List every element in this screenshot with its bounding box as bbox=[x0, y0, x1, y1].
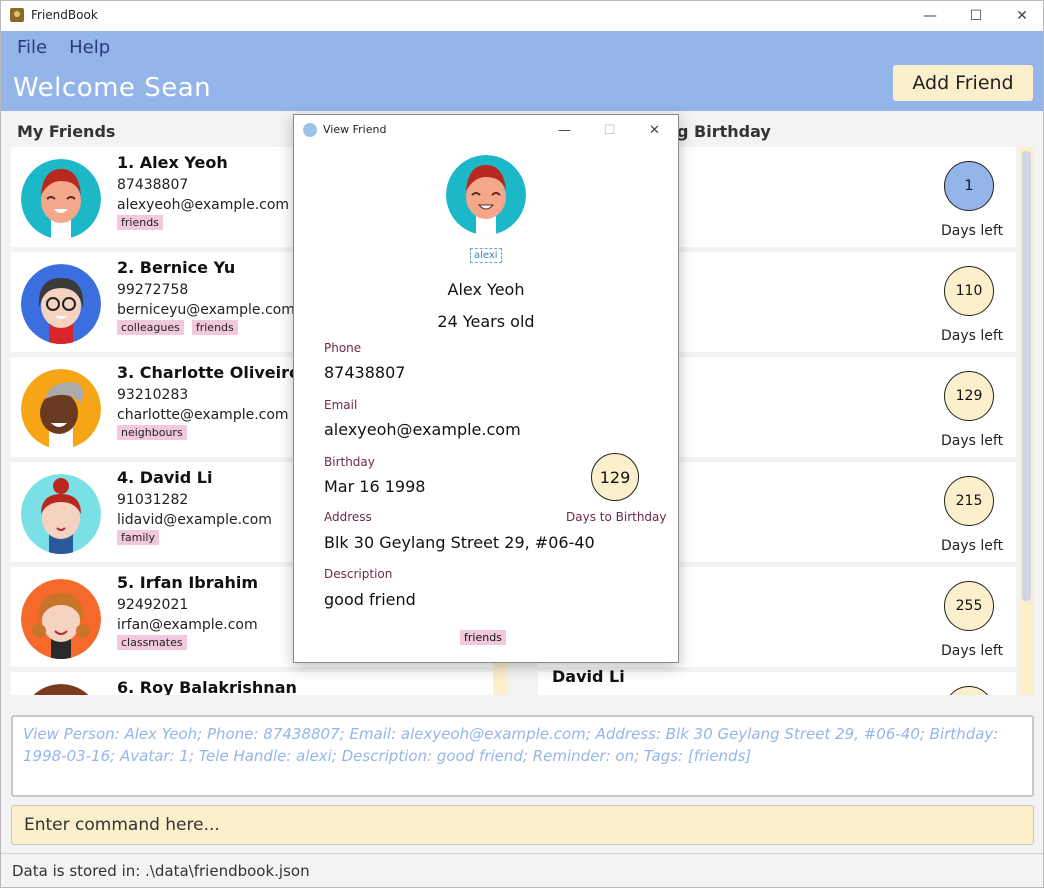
friend-name: 5. Irfan Ibrahim bbox=[117, 573, 258, 592]
window-title: FriendBook bbox=[31, 8, 98, 22]
friend-phone: 99272758 bbox=[117, 282, 189, 298]
menu-bar: File Help bbox=[17, 37, 110, 58]
friend-phone: 87438807 bbox=[117, 177, 189, 193]
friend-email: irfan@example.com bbox=[117, 617, 258, 633]
tag: friends bbox=[191, 320, 238, 335]
tag: friends bbox=[117, 215, 163, 230]
tag: neighbours bbox=[117, 425, 187, 440]
title-bar: FriendBook — ☐ ✕ bbox=[1, 1, 1043, 31]
address-value: Blk 30 Geylang Street 29, #06-40 bbox=[324, 533, 595, 552]
dialog-tag: friends bbox=[460, 630, 506, 645]
dialog-minimize-button[interactable]: — bbox=[542, 115, 587, 145]
days-left-label: Days left bbox=[941, 538, 1004, 554]
days-left-label: Days left bbox=[941, 643, 1004, 659]
friend-name: 2. Bernice Yu bbox=[117, 258, 236, 277]
upcoming-birthday-title: g Birthday bbox=[677, 122, 771, 141]
phone-label: Phone bbox=[324, 341, 362, 355]
dialog-close-button[interactable]: ✕ bbox=[632, 115, 677, 145]
birthday-list-scroll-thumb[interactable] bbox=[1022, 151, 1031, 601]
days-left-circle: 255 bbox=[944, 581, 994, 631]
girl-braids-avatar-icon bbox=[21, 579, 101, 659]
command-input[interactable]: Enter command here... bbox=[11, 805, 1034, 845]
friend-phone: 93210283 bbox=[117, 387, 189, 403]
tag: colleagues bbox=[117, 320, 184, 335]
user-icon bbox=[303, 123, 317, 137]
boy-red-hair-avatar-icon bbox=[446, 155, 526, 235]
minimize-button[interactable]: — bbox=[907, 1, 953, 31]
girl-bun-avatar-icon bbox=[21, 474, 101, 554]
tele-handle-badge: alexi bbox=[470, 248, 502, 263]
phone-value: 87438807 bbox=[324, 363, 406, 382]
email-value: alexyeoh@example.com bbox=[324, 420, 521, 439]
birthday-name: David Li bbox=[552, 667, 625, 686]
menu-help[interactable]: Help bbox=[69, 37, 110, 58]
dialog-title-bar: View Friend — ☐ ✕ bbox=[294, 115, 678, 145]
boy-red-hair-avatar-icon bbox=[21, 159, 101, 239]
friend-phone: 91031282 bbox=[117, 492, 189, 508]
days-left-label: Days left bbox=[941, 223, 1004, 239]
friendbook-window: FriendBook — ☐ ✕ File Help Welcome Sean … bbox=[0, 0, 1044, 888]
days-left-label: Days left bbox=[941, 328, 1004, 344]
add-friend-button[interactable]: Add Friend bbox=[893, 65, 1033, 101]
email-label: Email bbox=[324, 398, 358, 412]
friend-tags: neighbours bbox=[117, 425, 187, 440]
birthday-label: Birthday bbox=[324, 455, 375, 469]
friend-tags: family bbox=[117, 530, 159, 545]
menu-file[interactable]: File bbox=[17, 37, 47, 58]
days-to-birthday-circle: 129 bbox=[591, 453, 639, 501]
tag: family bbox=[117, 530, 159, 545]
birthday-value: Mar 16 1998 bbox=[324, 477, 426, 496]
close-button[interactable]: ✕ bbox=[999, 1, 1044, 31]
friend-name: 6. Roy Balakrishnan bbox=[117, 678, 297, 695]
birthday-card[interactable]: David Li bbox=[538, 667, 1016, 695]
friend-name: 4. David Li bbox=[117, 468, 213, 487]
days-left-circle: 1 bbox=[944, 161, 994, 211]
welcome-text: Welcome Sean bbox=[13, 73, 212, 103]
days-left-circle bbox=[944, 686, 994, 695]
friend-email: berniceyu@example.com bbox=[117, 302, 295, 318]
app-icon bbox=[10, 8, 24, 22]
dialog-age: 24 Years old bbox=[437, 312, 535, 331]
boy-brown-hair-avatar-icon bbox=[21, 684, 101, 695]
friend-phone: 92492021 bbox=[117, 597, 189, 613]
days-to-birthday-label: Days to Birthday bbox=[566, 510, 667, 524]
view-friend-dialog: View Friend — ☐ ✕ alexi Alex Yeoh 24 Yea… bbox=[293, 114, 679, 663]
dialog-maximize-button[interactable]: ☐ bbox=[587, 115, 632, 145]
my-friends-title: My Friends bbox=[17, 122, 116, 141]
friend-card[interactable]: 6. Roy Balakrishnan bbox=[11, 672, 493, 695]
dialog-title: View Friend bbox=[323, 123, 387, 136]
friend-name: 3. Charlotte Oliveiro bbox=[117, 363, 301, 382]
girl-beanie-avatar-icon bbox=[21, 369, 101, 449]
days-left-circle: 129 bbox=[944, 371, 994, 421]
description-label: Description bbox=[324, 567, 393, 581]
girl-glasses-avatar-icon bbox=[21, 264, 101, 344]
friend-email: lidavid@example.com bbox=[117, 512, 272, 528]
friend-email: alexyeoh@example.com bbox=[117, 197, 290, 213]
friend-email: charlotte@example.com bbox=[117, 407, 289, 423]
address-label: Address bbox=[324, 510, 372, 524]
maximize-button[interactable]: ☐ bbox=[953, 1, 999, 31]
result-display: View Person: Alex Yeoh; Phone: 87438807;… bbox=[11, 715, 1034, 797]
days-left-label: Days left bbox=[941, 433, 1004, 449]
days-left-circle: 215 bbox=[944, 476, 994, 526]
friend-tags: colleagues friends bbox=[117, 320, 238, 335]
friend-tags: friends bbox=[117, 215, 163, 230]
tag: classmates bbox=[117, 635, 187, 650]
friend-tags: classmates bbox=[117, 635, 187, 650]
friend-name: 1. Alex Yeoh bbox=[117, 153, 228, 172]
days-left-circle: 110 bbox=[944, 266, 994, 316]
header: File Help Welcome Sean Add Friend bbox=[1, 31, 1043, 111]
dialog-name: Alex Yeoh bbox=[447, 280, 525, 299]
description-value: good friend bbox=[324, 590, 416, 609]
status-bar: Data is stored in: .\data\friendbook.jso… bbox=[1, 853, 1043, 887]
